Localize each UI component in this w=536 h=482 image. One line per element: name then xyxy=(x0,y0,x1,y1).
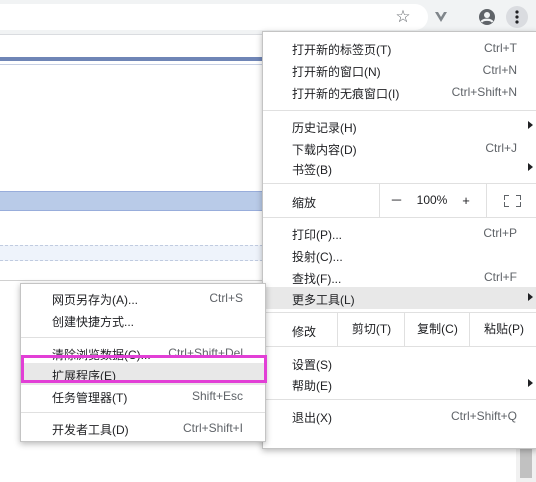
menu-item-downloads[interactable]: 下载内容(D) Ctrl+J xyxy=(263,137,536,159)
menu-item-label: 查找(F)... xyxy=(292,272,342,286)
menu-item-label: 书签(B) xyxy=(292,163,332,177)
menu-separator xyxy=(263,399,536,400)
submenu-arrow-icon xyxy=(528,121,533,129)
menu-item-label: 任务管理器(T) xyxy=(52,391,128,405)
fullscreen-icon xyxy=(504,202,509,207)
more-tools-submenu: 网页另存为(A)... Ctrl+S 创建快捷方式... 清除浏览数据(C)..… xyxy=(20,283,266,442)
menu-item-label: 投射(C)... xyxy=(292,250,343,264)
menu-separator xyxy=(21,412,265,413)
zoom-row: 缩放 － 100% + xyxy=(263,184,536,217)
menu-item-shortcut: Ctrl+Shift+Q xyxy=(450,409,517,423)
page-header-bar xyxy=(0,57,263,61)
menu-item-shortcut: Ctrl+T xyxy=(484,41,517,55)
edit-row: 修改 剪切(T) 复制(C) 粘贴(P) xyxy=(263,313,536,346)
submenu-item-save-as[interactable]: 网页另存为(A)... Ctrl+S xyxy=(21,287,265,309)
menu-item-label: 打开新的窗口(N) xyxy=(292,65,381,79)
menu-item-help[interactable]: 帮助(E) xyxy=(263,373,536,395)
menu-item-label: 开发者工具(D) xyxy=(52,423,129,437)
menu-item-shortcut: Ctrl+N xyxy=(482,63,517,77)
fullscreen-icon xyxy=(516,195,521,200)
menu-separator xyxy=(263,217,536,218)
submenu-arrow-icon xyxy=(528,293,533,301)
menu-item-label: 网页另存为(A)... xyxy=(52,293,138,307)
menu-item-shortcut: Ctrl+S xyxy=(209,291,243,305)
menu-item-bookmarks[interactable]: 书签(B) xyxy=(263,157,536,179)
menu-item-label: 退出(X) xyxy=(292,411,332,425)
menu-item-shortcut: Shift+Esc xyxy=(191,389,243,403)
menu-item-label: 下载内容(D) xyxy=(292,143,357,157)
menu-item-label: 打印(P)... xyxy=(292,228,342,242)
cut-button[interactable]: 剪切(T) xyxy=(337,313,405,346)
zoom-out-button[interactable]: － xyxy=(379,184,413,217)
submenu-arrow-icon xyxy=(528,163,533,171)
browser-main-menu: 打开新的标签页(T) Ctrl+T 打开新的窗口(N) Ctrl+N 打开新的无… xyxy=(262,31,536,449)
menu-item-find[interactable]: 查找(F)... Ctrl+F xyxy=(263,266,536,288)
menu-dots-icon[interactable] xyxy=(506,6,528,28)
fullscreen-icon xyxy=(504,195,509,200)
menu-item-label: 清除浏览数据(C)... xyxy=(52,348,151,362)
menu-item-history[interactable]: 历史记录(H) xyxy=(263,115,536,137)
menu-separator xyxy=(263,110,536,111)
menu-item-label: 创建快捷方式... xyxy=(52,315,135,329)
fullscreen-icon xyxy=(516,202,521,207)
page-band xyxy=(0,191,263,211)
menu-separator xyxy=(21,337,265,338)
zoom-label: 缩放 xyxy=(292,196,317,210)
submenu-item-clear-data[interactable]: 清除浏览数据(C)... Ctrl+Shift+Del xyxy=(21,342,265,364)
submenu-item-task-manager[interactable]: 任务管理器(T) Shift+Esc xyxy=(21,385,265,407)
submenu-arrow-icon xyxy=(528,379,533,387)
menu-item-cast[interactable]: 投射(C)... xyxy=(263,244,536,266)
menu-item-shortcut: Ctrl+Shift+Del xyxy=(168,346,243,360)
extension-icon[interactable] xyxy=(430,6,452,28)
menu-item-settings[interactable]: 设置(S) xyxy=(263,352,536,374)
menu-item-label: 打开新的无痕窗口(I) xyxy=(292,87,400,101)
fullscreen-button[interactable] xyxy=(486,184,536,217)
menu-item-shortcut: Ctrl+J xyxy=(485,141,517,155)
menu-item-new-incognito[interactable]: 打开新的无痕窗口(I) Ctrl+Shift+N xyxy=(263,81,536,103)
menu-item-shortcut: Ctrl+F xyxy=(484,270,517,284)
menu-item-print[interactable]: 打印(P)... Ctrl+P xyxy=(263,222,536,244)
divider xyxy=(0,280,263,281)
zoom-in-button[interactable]: + xyxy=(451,184,481,217)
menu-item-label: 历史记录(H) xyxy=(292,121,357,135)
menu-item-shortcut: Ctrl+P xyxy=(483,226,517,240)
menu-item-shortcut: Ctrl+Shift+N xyxy=(451,85,517,99)
submenu-item-create-shortcut[interactable]: 创建快捷方式... xyxy=(21,309,265,331)
page-dashed-band xyxy=(0,245,263,261)
copy-button[interactable]: 复制(C) xyxy=(404,313,470,346)
divider xyxy=(0,64,263,65)
menu-item-shortcut: Ctrl+Shift+I xyxy=(182,421,243,435)
menu-item-new-window[interactable]: 打开新的窗口(N) Ctrl+N xyxy=(263,59,536,81)
submenu-item-extensions[interactable]: 扩展程序(E) xyxy=(21,363,265,385)
menu-item-new-tab[interactable]: 打开新的标签页(T) Ctrl+T xyxy=(263,37,536,59)
submenu-item-devtools[interactable]: 开发者工具(D) Ctrl+Shift+I xyxy=(21,417,265,439)
menu-item-label: 扩展程序(E) xyxy=(52,369,116,383)
menu-item-label: 打开新的标签页(T) xyxy=(292,43,392,57)
edit-label: 修改 xyxy=(292,325,317,339)
browser-toolbar: ☆ xyxy=(0,0,536,35)
menu-item-more-tools[interactable]: 更多工具(L) xyxy=(263,287,536,309)
profile-icon[interactable] xyxy=(476,6,498,28)
menu-item-label: 更多工具(L) xyxy=(292,293,355,307)
menu-item-exit[interactable]: 退出(X) Ctrl+Shift+Q xyxy=(263,405,536,427)
menu-separator xyxy=(263,346,536,347)
address-bar[interactable] xyxy=(0,4,428,30)
star-icon[interactable]: ☆ xyxy=(392,6,414,28)
paste-button[interactable]: 粘贴(P) xyxy=(469,313,536,346)
zoom-level: 100% xyxy=(416,193,448,207)
menu-item-label: 设置(S) xyxy=(292,358,332,372)
menu-item-label: 帮助(E) xyxy=(292,379,332,393)
